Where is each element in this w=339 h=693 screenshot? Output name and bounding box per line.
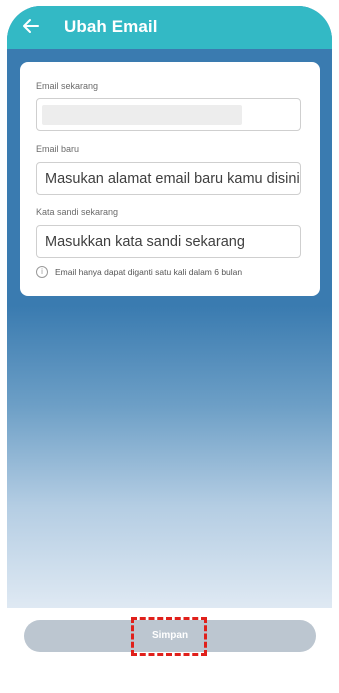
new-email-placeholder: Masukan alamat email baru kamu disini [45,171,300,187]
back-arrow-icon[interactable] [21,16,41,36]
password-placeholder: Masukkan kata sandi sekarang [45,234,245,250]
password-input[interactable]: Masukkan kata sandi sekarang [36,225,301,258]
form-card: Email sekarang Email baru Masukan alamat… [20,62,320,296]
masked-email [42,105,242,125]
current-email-field [36,98,301,131]
current-email-label: Email sekarang [36,81,99,91]
app-screen: Ubah Email Email sekarang Email baru Mas… [7,6,332,608]
highlight-box [131,617,207,656]
header-bar: Ubah Email [7,6,332,49]
info-text: Email hanya dapat diganti satu kali dala… [55,267,243,277]
new-email-label: Email baru [36,144,80,154]
info-icon: i [36,266,48,278]
new-email-input[interactable]: Masukan alamat email baru kamu disini [36,162,301,195]
page-title: Ubah Email [64,17,158,36]
password-label: Kata sandi sekarang [36,207,119,217]
